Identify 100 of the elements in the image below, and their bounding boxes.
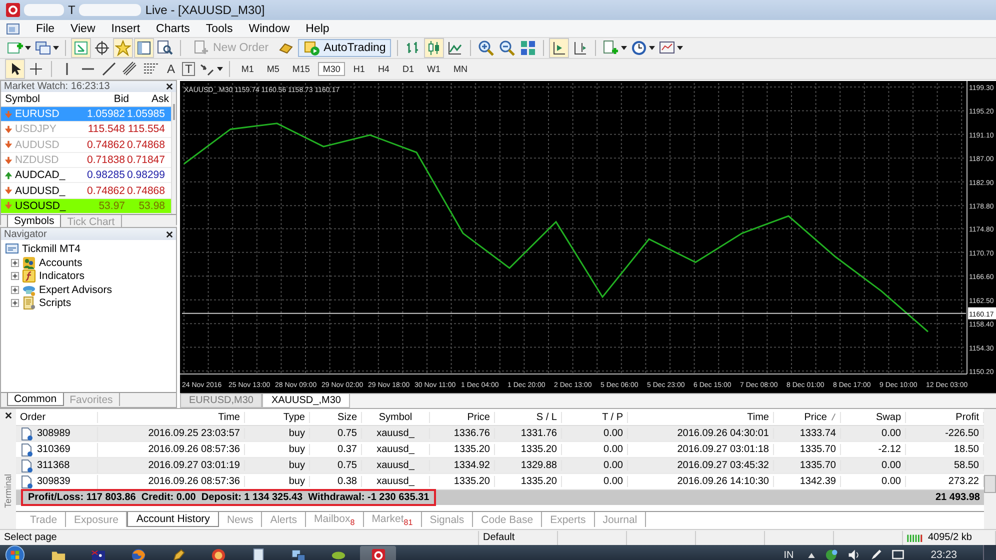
symbol-row[interactable]: AUDUSD 0.74862 0.74868 <box>1 138 171 153</box>
column-header[interactable]: Time <box>98 412 245 422</box>
caret-icon[interactable] <box>648 46 655 50</box>
column-header[interactable]: Order <box>16 412 98 422</box>
column-header[interactable]: Bid <box>83 93 131 105</box>
timeframe-button[interactable]: H1 <box>348 62 370 76</box>
menu-item[interactable]: Help <box>298 22 338 34</box>
expand-icon[interactable] <box>11 258 19 267</box>
window-menu-icon[interactable] <box>6 22 20 36</box>
crosshair-icon[interactable] <box>27 60 45 78</box>
close-icon[interactable] <box>4 412 12 419</box>
document-icon[interactable] <box>250 548 266 560</box>
column-header[interactable]: Time <box>628 412 774 422</box>
column-header[interactable]: Symbol <box>362 412 430 422</box>
timeframe-button[interactable]: M5 <box>262 62 284 76</box>
chart-tab[interactable]: EURUSD,M30 <box>180 394 262 408</box>
show-hidden-icons-icon[interactable] <box>808 552 815 558</box>
tree-item[interactable]: Expert Advisors <box>39 284 112 296</box>
window-panel-icon[interactable] <box>135 39 153 57</box>
monitor-icon[interactable] <box>890 548 905 560</box>
timeframe-button[interactable]: W1 <box>422 62 446 76</box>
pen-icon[interactable] <box>868 548 883 560</box>
text-label-tool[interactable]: T <box>182 62 196 76</box>
menu-item[interactable]: Tools <box>198 22 241 34</box>
column-header[interactable]: S / L <box>495 412 562 422</box>
network-icon[interactable] <box>824 548 839 560</box>
timeframe-button[interactable]: MN <box>448 62 472 76</box>
expand-icon[interactable] <box>11 299 19 308</box>
caret-icon[interactable] <box>676 46 683 50</box>
bid-price: 53.97 <box>98 200 126 212</box>
language-indicator[interactable]: IN <box>784 550 794 560</box>
browser-icon[interactable] <box>130 548 146 560</box>
column-header[interactable]: Size <box>310 412 362 422</box>
menu-item[interactable]: Window <box>240 22 298 34</box>
zoom-in-icon[interactable] <box>476 39 495 57</box>
terminal-tab[interactable]: Account History <box>127 512 219 527</box>
candlestick-icon[interactable] <box>424 39 443 57</box>
symbol-row[interactable]: USDJPY 115.548 115.554 <box>1 122 171 138</box>
computer-icon[interactable] <box>290 548 306 560</box>
scrollbar[interactable] <box>171 92 176 214</box>
trend-line-icon[interactable] <box>100 60 118 78</box>
symbol-row[interactable]: NZDUSD 0.71838 0.71847 <box>1 152 171 168</box>
caret-icon[interactable] <box>620 46 627 50</box>
text-tool[interactable]: A <box>163 62 180 76</box>
tile-windows-icon[interactable] <box>518 39 537 57</box>
auto-scroll-icon[interactable] <box>550 39 568 57</box>
expand-icon[interactable] <box>11 286 19 294</box>
chart-tab[interactable]: XAUUSD_,M30 <box>262 394 350 408</box>
app-logo-icon[interactable] <box>370 548 386 560</box>
close-icon[interactable] <box>166 230 173 238</box>
timeframe-button[interactable]: M30 <box>318 62 346 76</box>
start-button[interactable] <box>4 545 26 560</box>
menu-item[interactable]: Charts <box>148 22 198 34</box>
column-header[interactable]: T / P <box>562 412 628 422</box>
column-header[interactable]: Ask <box>131 93 171 105</box>
magnifier-icon[interactable] <box>156 39 174 57</box>
caret-icon[interactable] <box>25 46 31 50</box>
sort-icon <box>831 413 836 421</box>
total-profit: 21 493.98 <box>936 492 981 503</box>
column-header[interactable]: Type <box>245 412 310 422</box>
caret-icon[interactable] <box>217 67 224 71</box>
flag-icon[interactable] <box>90 548 106 560</box>
menu-item[interactable]: File <box>28 22 63 34</box>
cursor-icon[interactable] <box>6 60 24 78</box>
zoom-out-icon[interactable] <box>498 39 516 57</box>
clock-icon[interactable] <box>630 39 648 57</box>
timeframe-button[interactable]: M15 <box>287 62 315 76</box>
column-header[interactable]: Price <box>774 412 841 422</box>
tree-item[interactable]: Indicators <box>39 270 85 282</box>
timeframe-button[interactable]: H4 <box>372 62 394 76</box>
column-header[interactable]: Swap <box>841 412 906 422</box>
close-icon[interactable] <box>166 83 173 90</box>
crosshair-icon[interactable] <box>93 39 111 57</box>
timeframe-button[interactable]: D1 <box>397 62 419 76</box>
scrollbar[interactable] <box>984 409 996 529</box>
clock-time[interactable]: 23:23 <box>930 549 957 560</box>
symbol-row[interactable]: AUDCAD_ 0.98285 0.98299 <box>1 168 171 184</box>
column-header[interactable]: Price <box>430 412 495 422</box>
star-icon[interactable] <box>114 39 132 57</box>
symbol-row[interactable]: USOUSD_ 53.97 53.98 <box>1 198 171 214</box>
symbol-name: NZDUSD <box>15 154 60 166</box>
column-header[interactable]: Symbol <box>5 93 83 105</box>
line-chart-icon[interactable] <box>446 39 464 57</box>
autotrading-button[interactable]: AutoTrading <box>298 39 391 57</box>
panel-tab[interactable]: Common <box>7 393 64 406</box>
terminal-tab[interactable]: Mailbox$_{8}$ <box>306 512 364 527</box>
indicator-plus-icon[interactable] <box>602 39 620 57</box>
panel-tab[interactable]: Symbols <box>7 215 62 228</box>
tree-item[interactable]: Accounts <box>39 256 82 269</box>
menu-item[interactable]: View <box>62 22 104 34</box>
profiles-icon[interactable] <box>34 39 52 57</box>
terminal-tab[interactable]: Market$_{81}$ <box>364 512 422 527</box>
expand-icon[interactable] <box>11 272 19 280</box>
pencil-icon[interactable] <box>170 548 186 560</box>
menu-item[interactable]: Insert <box>103 22 148 34</box>
speaker-icon[interactable] <box>846 548 861 560</box>
caret-icon[interactable] <box>53 46 59 50</box>
tree-item[interactable]: Tickmill MT4 <box>22 243 81 256</box>
tree-item[interactable]: Scripts <box>39 297 72 310</box>
timeframe-button[interactable]: M1 <box>236 62 259 76</box>
